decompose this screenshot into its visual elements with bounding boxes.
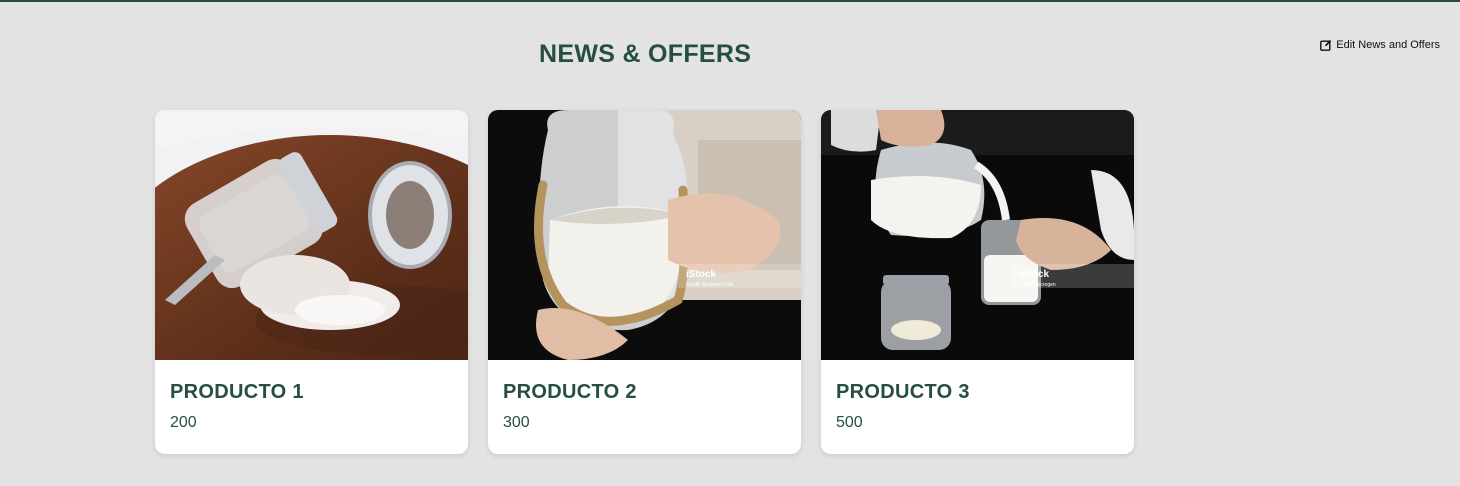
- watermark-credit: Credit: microgen: [1019, 282, 1056, 288]
- edit-news-offers-link[interactable]: Edit News and Offers: [1320, 39, 1440, 51]
- product-title: PRODUCTO 3: [836, 381, 970, 403]
- section-title: NEWS & OFFERS: [539, 40, 752, 68]
- product-card-list: PRODUCTO 1 200 iStock Credit: Bustanul C…: [155, 110, 1134, 454]
- product-image: [155, 110, 468, 360]
- product-image: iStock Credit: microgen: [821, 110, 1134, 360]
- product-card[interactable]: iStock Credit: microgen PRODUCTO 3 500: [821, 110, 1134, 454]
- watermark-brand: iStock: [686, 269, 716, 280]
- product-title: PRODUCTO 2: [503, 381, 637, 403]
- edit-link-label: Edit News and Offers: [1336, 39, 1440, 51]
- watermark-brand: iStock: [1019, 269, 1049, 280]
- product-price: 500: [836, 414, 863, 431]
- watermark-credit: Credit: Bustanul Cebi: [686, 282, 733, 288]
- edit-icon: [1320, 39, 1332, 51]
- product-card[interactable]: PRODUCTO 1 200: [155, 110, 468, 454]
- product-title: PRODUCTO 1: [170, 381, 304, 403]
- product-price: 300: [503, 414, 530, 431]
- product-image: iStock Credit: Bustanul Cebi: [488, 110, 801, 360]
- product-card[interactable]: iStock Credit: Bustanul Cebi PRODUCTO 2 …: [488, 110, 801, 454]
- top-divider: [0, 0, 1460, 2]
- product-price: 200: [170, 414, 197, 431]
